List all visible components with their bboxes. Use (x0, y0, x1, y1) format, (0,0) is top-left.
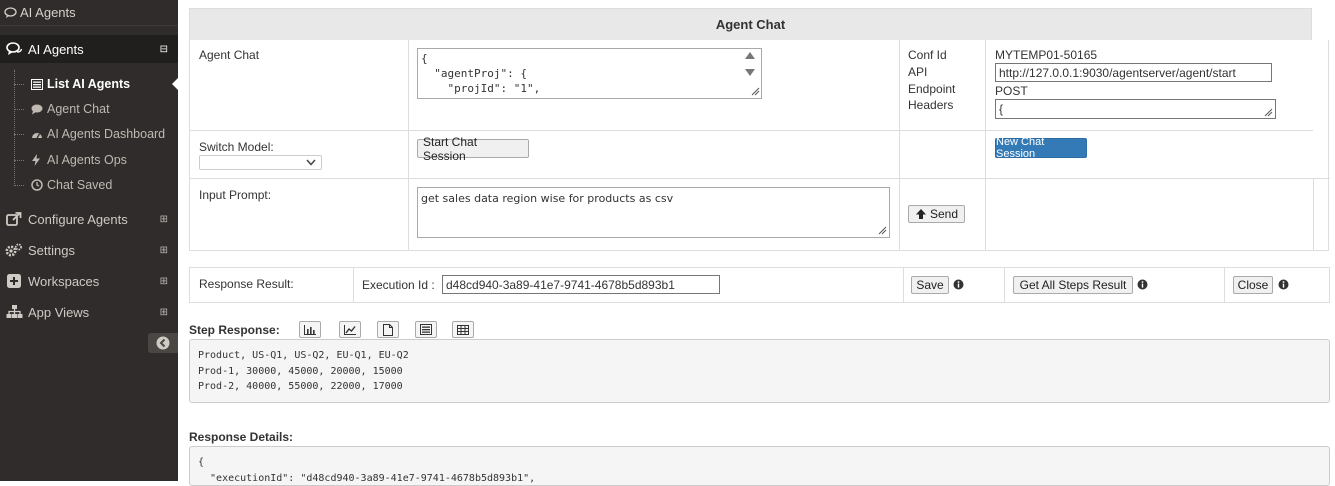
collapse-sidebar-button[interactable] (148, 333, 178, 353)
switch-model-label: Switch Model: (199, 140, 274, 154)
sidebar-item-label: AI Agents (28, 42, 84, 57)
response-details-line: { (198, 455, 1321, 471)
chat-bubble-icon (31, 104, 43, 115)
line-chart-button[interactable] (339, 321, 361, 338)
line-chart-icon (344, 325, 356, 335)
list-icon (31, 79, 43, 90)
panel-title: Agent Chat (189, 8, 1312, 40)
input-prompt-label: Input Prompt: (199, 188, 271, 202)
send-button-label: Send (930, 207, 958, 221)
list-view-button[interactable] (415, 321, 437, 338)
sidebar: AI Agents AI Agents ⊟ List AI Agents Age… (0, 0, 178, 481)
table-view-button[interactable] (452, 321, 474, 338)
sidebar-subitem-chat-saved[interactable]: Chat Saved (0, 173, 178, 197)
response-result-label: Response Result: (199, 277, 294, 291)
step-response-output: Product, US-Q1, US-Q2, EU-Q1, EU-Q2Prod-… (189, 339, 1330, 403)
step-response-label: Step Response: (189, 323, 280, 337)
file-icon (383, 324, 393, 336)
step-response-line: Prod-1, 30000, 45000, 20000, 15000 (198, 364, 1321, 380)
cell (900, 131, 986, 179)
response-result-bar: Response Result: Execution Id : d48cd940… (189, 267, 1330, 303)
agent-chat-json-textarea[interactable]: { "agentProj": { "projId": "1", (417, 48, 762, 99)
info-icon[interactable] (953, 279, 964, 290)
sidebar-item-label: Settings (28, 243, 75, 258)
sidebar-item-workspaces[interactable]: Workspaces ⊞ (0, 267, 178, 295)
expand-toggle-icon[interactable]: ⊞ (160, 276, 168, 287)
scroll-down-arrow-icon[interactable] (744, 68, 756, 77)
headers-textarea[interactable]: { (995, 99, 1276, 119)
active-indicator (172, 78, 178, 90)
resize-handle-icon[interactable] (878, 226, 887, 235)
execution-id-label: Execution Id : (362, 278, 435, 292)
sidebar-subitem-label: List AI Agents (47, 77, 130, 91)
info-icon[interactable] (1278, 279, 1289, 290)
gears-icon (3, 243, 25, 258)
scroll-up-arrow-icon[interactable] (744, 51, 756, 60)
sidebar-item-label: App Views (28, 305, 89, 320)
switch-model-select[interactable] (199, 155, 322, 170)
sidebar-item-configure-agents[interactable]: Configure Agents ⊞ (0, 205, 178, 233)
sidebar-subitem-label: Agent Chat (47, 102, 110, 116)
new-chat-session-button[interactable]: New Chat Session (995, 138, 1087, 158)
resize-handle-icon[interactable] (751, 87, 760, 96)
external-link-icon (3, 212, 25, 227)
sidebar-item-settings[interactable]: Settings ⊞ (0, 236, 178, 264)
expand-toggle-icon[interactable]: ⊞ (160, 214, 168, 225)
arrow-circle-left-icon (156, 336, 170, 350)
resize-handle-icon[interactable] (1264, 108, 1273, 117)
clock-icon (31, 179, 43, 191)
sidebar-top-item[interactable]: AI Agents (0, 0, 178, 26)
api-endpoint-label: API Endpoint (908, 64, 955, 98)
agent-chat-label: Agent Chat (199, 48, 259, 62)
comments-icon (3, 42, 25, 56)
document-button[interactable] (377, 321, 399, 338)
sidebar-subitem-ai-agents-ops[interactable]: AI Agents Ops (0, 148, 178, 172)
list-alt-icon (420, 324, 432, 335)
sidebar-subitem-ai-agents-dashboard[interactable]: AI Agents Dashboard (0, 122, 178, 146)
bar-chart-icon (304, 325, 316, 335)
sidebar-subitem-agent-chat[interactable]: Agent Chat (0, 97, 178, 121)
sidebar-item-label: Configure Agents (28, 212, 128, 227)
arrow-up-icon (915, 208, 927, 220)
save-button[interactable]: Save (911, 276, 949, 294)
sidebar-subitem-label: Chat Saved (47, 178, 112, 192)
step-response-line: Prod-2, 40000, 55000, 22000, 17000 (198, 379, 1321, 395)
sidebar-item-ai-agents[interactable]: AI Agents ⊟ (0, 35, 178, 63)
table-icon (457, 325, 469, 335)
response-details-label: Response Details: (189, 430, 293, 444)
conf-id-value: MYTEMP01-50165 (995, 48, 1097, 62)
chevron-down-icon (306, 159, 316, 166)
headers-label: Headers (908, 98, 953, 112)
dashboard-icon (31, 129, 43, 140)
response-details-output: { "executionId": "d48cd940-3a89-41e7-974… (189, 446, 1330, 486)
sidebar-subitem-label: AI Agents Ops (47, 153, 127, 167)
step-response-line: Product, US-Q1, US-Q2, EU-Q1, EU-Q2 (198, 348, 1321, 364)
bar-chart-button[interactable] (299, 321, 321, 338)
sidebar-item-app-views[interactable]: App Views ⊞ (0, 298, 178, 326)
send-button[interactable]: Send (908, 205, 965, 223)
bolt-icon (31, 154, 41, 166)
http-method-value: POST (995, 84, 1028, 98)
sidebar-item-label: Workspaces (28, 274, 99, 289)
api-endpoint-input[interactable]: http://127.0.0.1:9030/agentserver/agent/… (995, 63, 1272, 82)
response-details-line: "executionId": "d48cd940-3a89-41e7-9741-… (198, 471, 1321, 486)
sidebar-top-label: AI Agents (20, 5, 76, 20)
sitemap-icon (3, 305, 25, 319)
cell (986, 179, 1314, 251)
sidebar-subitem-label: AI Agents Dashboard (47, 127, 165, 141)
input-prompt-textarea[interactable]: get sales data region wise for products … (417, 187, 890, 238)
get-all-steps-result-button[interactable]: Get All Steps Result (1013, 276, 1133, 294)
close-button[interactable]: Close (1233, 276, 1273, 294)
expand-toggle-icon[interactable]: ⊞ (160, 245, 168, 256)
collapse-toggle-icon[interactable]: ⊟ (160, 44, 168, 55)
info-icon[interactable] (1137, 279, 1148, 290)
conf-id-label: Conf Id (908, 48, 947, 62)
execution-id-input[interactable]: d48cd940-3a89-41e7-9741-4678b5d893b1 (442, 275, 720, 294)
sidebar-subitem-list-ai-agents[interactable]: List AI Agents (0, 72, 178, 96)
start-chat-session-button[interactable]: Start Chat Session (417, 139, 529, 158)
chat-bubble-icon (4, 7, 17, 19)
agent-chat-form: Agent Chat { "agentProj": { "projId": "1… (189, 40, 1329, 251)
plus-square-icon (3, 274, 25, 288)
expand-toggle-icon[interactable]: ⊞ (160, 307, 168, 318)
